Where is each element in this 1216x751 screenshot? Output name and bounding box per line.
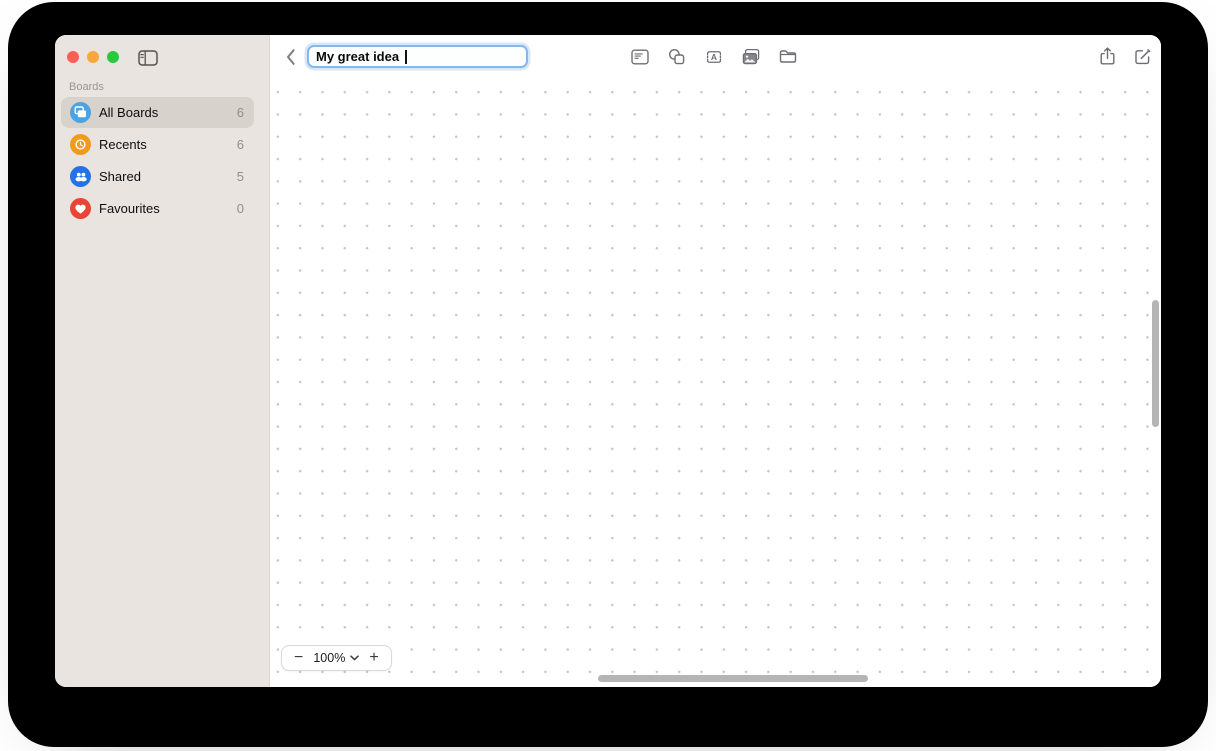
window-actions [1096,45,1153,67]
sticky-note-button[interactable] [629,46,651,68]
recents-clock-icon [70,134,91,155]
shapes-icon [669,49,685,65]
sidebar-item-count: 6 [236,137,244,152]
share-button[interactable] [1096,45,1118,67]
sidebar-item-label: Recents [99,137,147,152]
text-box-button[interactable]: A [703,46,725,68]
board-title-input[interactable] [307,45,528,68]
chevron-left-icon [286,49,295,65]
new-board-button[interactable] [1131,45,1153,67]
sidebar-item-label: Shared [99,169,141,184]
sidebar-item-count: 6 [236,105,244,120]
insert-toolbar: A [629,46,799,68]
zoom-controls: − 100% + [281,645,392,671]
sidebar-item-all-boards[interactable]: All Boards 6 [61,97,254,128]
zoom-in-button[interactable]: + [368,650,379,666]
horizontal-scrollbar-thumb[interactable] [598,675,868,682]
board-title-field [307,45,528,68]
sidebar-item-count: 0 [236,201,244,216]
text-caret [405,49,407,64]
shapes-button[interactable] [666,46,688,68]
sidebar: Boards All Boards 6 Recents 6 Shared 5 F… [55,35,270,687]
close-window-button[interactable] [67,51,79,63]
sidebar-item-shared[interactable]: Shared 5 [61,161,254,192]
zoom-window-button[interactable] [107,51,119,63]
sidebar-icon [138,50,158,66]
files-button[interactable] [777,46,799,68]
toggle-sidebar-button[interactable] [137,49,159,67]
files-folder-icon [779,50,797,63]
sidebar-item-recents[interactable]: Recents 6 [61,129,254,160]
freeform-window: Boards All Boards 6 Recents 6 Shared 5 F… [55,35,1161,687]
sidebar-item-count: 5 [236,169,244,184]
share-icon [1100,47,1114,65]
board-canvas[interactable]: A [270,35,1161,687]
text-tool-letter: A [711,52,717,62]
traffic-lights [67,51,119,63]
zoom-out-button[interactable]: − [293,650,304,666]
sidebar-item-label: All Boards [99,105,159,120]
sidebar-item-favourites[interactable]: Favourites 0 [61,193,254,224]
sidebar-items: All Boards 6 Recents 6 Shared 5 Favourit… [55,97,269,225]
chevron-down-icon [350,655,360,661]
canvas-dot-grid [270,75,1161,687]
new-board-compose-icon [1134,48,1150,64]
text-box-icon: A [706,51,722,63]
media-icon [742,48,760,65]
media-button[interactable] [740,46,762,68]
back-button[interactable] [280,47,300,67]
zoom-level-value: 100% [313,651,346,665]
sticky-note-icon [631,49,649,65]
minimize-window-button[interactable] [87,51,99,63]
boards-section-label: Boards [69,81,104,93]
zoom-level-menu[interactable]: 100% [313,651,360,665]
all-boards-icon [70,102,91,123]
shared-people-icon [70,166,91,187]
favourites-heart-icon [70,198,91,219]
vertical-scrollbar-thumb[interactable] [1152,300,1159,427]
sidebar-item-label: Favourites [99,201,160,216]
